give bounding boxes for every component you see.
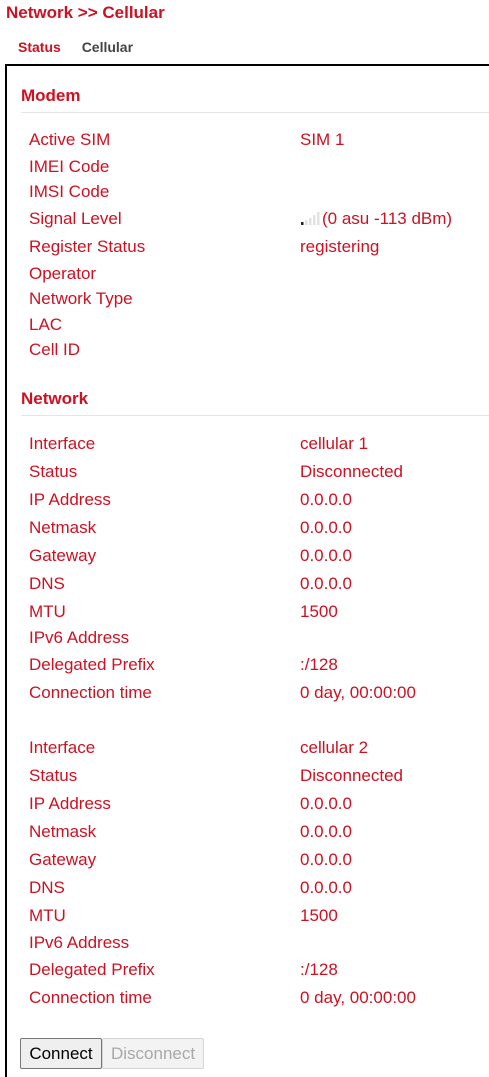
row-netmask: Netmask 0.0.0.0 bbox=[29, 822, 479, 846]
row-delegated-prefix: Delegated Prefix :/128 bbox=[29, 655, 479, 679]
row-ip-address: IP Address 0.0.0.0 bbox=[29, 490, 479, 514]
row-imei: IMEI Code bbox=[29, 157, 479, 181]
signal-level-value: (0 asu -113 dBm) bbox=[300, 209, 452, 229]
connection-time-label: Connection time bbox=[29, 988, 152, 1007]
ipv6-address-label: IPv6 Address bbox=[29, 628, 130, 647]
register-status-value: registering bbox=[300, 237, 380, 256]
row-ip-address: IP Address 0.0.0.0 bbox=[29, 794, 479, 818]
disconnect-button[interactable]: Disconnect bbox=[102, 1038, 204, 1069]
network-section-divider bbox=[21, 415, 489, 416]
ip-address-label: IP Address bbox=[29, 490, 111, 509]
ip-address-label: IP Address bbox=[29, 794, 111, 813]
cell-id-label: Cell ID bbox=[29, 340, 81, 359]
row-status: Status Disconnected bbox=[29, 462, 479, 486]
register-status-label: Register Status bbox=[29, 237, 146, 256]
row-connection-time: Connection time 0 day, 00:00:00 bbox=[29, 683, 479, 707]
dns-value: 0.0.0.0 bbox=[300, 878, 352, 897]
row-lac: LAC bbox=[29, 315, 479, 339]
tab-status[interactable]: Status bbox=[18, 39, 61, 55]
row-interface: Interface cellular 1 bbox=[29, 434, 479, 458]
row-connection-time: Connection time 0 day, 00:00:00 bbox=[29, 988, 479, 1012]
ipv6-address-label: IPv6 Address bbox=[29, 933, 130, 952]
row-netmask: Netmask 0.0.0.0 bbox=[29, 518, 479, 542]
mtu-label: MTU bbox=[29, 602, 66, 621]
gateway-label: Gateway bbox=[29, 546, 97, 565]
status-label: Status bbox=[29, 766, 78, 785]
netmask-value: 0.0.0.0 bbox=[300, 518, 352, 537]
gateway-label: Gateway bbox=[29, 850, 97, 869]
row-network-type: Network Type bbox=[29, 289, 479, 313]
connect-button[interactable]: Connect bbox=[20, 1038, 102, 1069]
signal-level-label: Signal Level bbox=[29, 209, 122, 228]
gateway-value: 0.0.0.0 bbox=[300, 850, 352, 869]
tab-bar: Status Cellular bbox=[18, 39, 133, 59]
delegated-prefix-value: :/128 bbox=[300, 655, 338, 674]
lac-label: LAC bbox=[29, 315, 63, 334]
row-interface: Interface cellular 2 bbox=[29, 738, 479, 762]
row-dns: DNS 0.0.0.0 bbox=[29, 574, 479, 598]
gateway-value: 0.0.0.0 bbox=[300, 546, 352, 565]
imsi-label: IMSI Code bbox=[29, 182, 110, 201]
row-register-status: Register Status registering bbox=[29, 237, 479, 261]
dns-label: DNS bbox=[29, 878, 65, 897]
dns-label: DNS bbox=[29, 574, 65, 593]
status-value: Disconnected bbox=[300, 766, 404, 785]
network-type-label: Network Type bbox=[29, 289, 133, 308]
signal-strength-icon bbox=[301, 212, 320, 225]
delegated-prefix-label: Delegated Prefix bbox=[29, 960, 155, 979]
connection-time-label: Connection time bbox=[29, 683, 152, 702]
row-delegated-prefix: Delegated Prefix :/128 bbox=[29, 960, 479, 984]
netmask-label: Netmask bbox=[29, 518, 97, 537]
modem-section-divider bbox=[21, 112, 489, 113]
mtu-value: 1500 bbox=[300, 602, 338, 621]
delegated-prefix-value: :/128 bbox=[300, 960, 338, 979]
delegated-prefix-label: Delegated Prefix bbox=[29, 655, 155, 674]
row-cell-id: Cell ID bbox=[29, 340, 479, 364]
active-sim-value: SIM 1 bbox=[300, 130, 345, 149]
status-panel: Modem Active SIM SIM 1 IMEI Code IMSI Co… bbox=[5, 64, 489, 1077]
breadcrumb: Network >> Cellular bbox=[6, 3, 165, 22]
operator-label: Operator bbox=[29, 264, 97, 283]
netmask-label: Netmask bbox=[29, 822, 97, 841]
row-ipv6-address: IPv6 Address bbox=[29, 628, 479, 652]
active-sim-label: Active SIM bbox=[29, 130, 111, 149]
row-active-sim: Active SIM SIM 1 bbox=[29, 130, 479, 154]
row-ipv6-address: IPv6 Address bbox=[29, 933, 479, 957]
status-label: Status bbox=[29, 462, 78, 481]
row-mtu: MTU 1500 bbox=[29, 602, 479, 626]
row-operator: Operator bbox=[29, 264, 479, 288]
modem-section-title: Modem bbox=[21, 86, 81, 105]
tab-cellular[interactable]: Cellular bbox=[82, 39, 133, 55]
row-status: Status Disconnected bbox=[29, 766, 479, 790]
interface-value: cellular 1 bbox=[300, 434, 369, 453]
network-section-title: Network bbox=[21, 389, 89, 408]
interface-label: Interface bbox=[29, 434, 96, 453]
interface-label: Interface bbox=[29, 738, 96, 757]
row-imsi: IMSI Code bbox=[29, 182, 479, 206]
row-signal-level: Signal Level (0 asu -113 dBm) bbox=[29, 209, 479, 233]
mtu-value: 1500 bbox=[300, 906, 338, 925]
status-value: Disconnected bbox=[300, 462, 404, 481]
row-gateway: Gateway 0.0.0.0 bbox=[29, 850, 479, 874]
netmask-value: 0.0.0.0 bbox=[300, 822, 352, 841]
connection-time-value: 0 day, 00:00:00 bbox=[300, 988, 416, 1007]
row-gateway: Gateway 0.0.0.0 bbox=[29, 546, 479, 570]
row-mtu: MTU 1500 bbox=[29, 906, 479, 930]
interface-value: cellular 2 bbox=[300, 738, 369, 757]
row-dns: DNS 0.0.0.0 bbox=[29, 878, 479, 902]
ip-address-value: 0.0.0.0 bbox=[300, 490, 352, 509]
ip-address-value: 0.0.0.0 bbox=[300, 794, 352, 813]
mtu-label: MTU bbox=[29, 906, 66, 925]
dns-value: 0.0.0.0 bbox=[300, 574, 352, 593]
signal-level-text: (0 asu -113 dBm) bbox=[322, 209, 453, 228]
connection-time-value: 0 day, 00:00:00 bbox=[300, 683, 416, 702]
imei-label: IMEI Code bbox=[29, 157, 110, 176]
